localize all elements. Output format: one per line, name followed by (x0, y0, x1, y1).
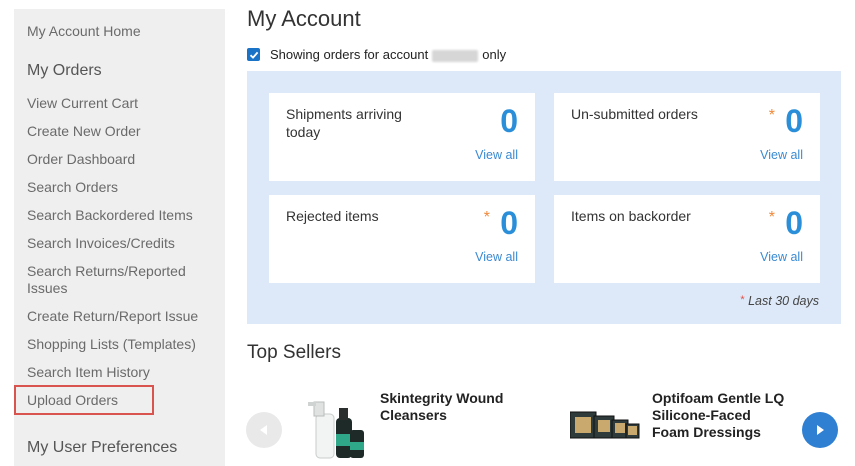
card-label: Shipments arriving today (286, 106, 402, 140)
sidebar-item-create-return[interactable]: Create Return/Report Issue (27, 308, 198, 325)
view-all-link[interactable]: View all (475, 148, 518, 162)
account-filter-prefix: Showing orders for account (270, 47, 429, 62)
card-count: 0 (785, 103, 803, 139)
page-title: My Account (247, 6, 361, 31)
account-filter-suffix: only (482, 47, 507, 62)
account-number-redacted (432, 49, 479, 62)
account-filter: Showing orders for account only (247, 47, 506, 62)
carousel-next-button[interactable] (802, 412, 838, 448)
sidebar-heading-user-preferences[interactable]: My User Preferences (27, 439, 177, 457)
card-shipments-today: Shipments arriving today 0 View all (269, 93, 535, 181)
view-all-link[interactable]: View all (475, 250, 518, 264)
check-icon (249, 51, 258, 59)
product-name-skintegrity[interactable]: Skintegrity Wound Cleansers (380, 390, 530, 424)
sidebar-item-upload-orders[interactable]: Upload Orders (27, 392, 118, 409)
footnote-text: Last 30 days (748, 294, 819, 308)
order-summary-panel: Shipments arriving today 0 View all Un-s… (247, 71, 841, 324)
star-marker: * (483, 209, 490, 226)
card-unsubmitted-orders: Un-submitted orders * 0 View all (554, 93, 820, 181)
sidebar-item-order-dashboard[interactable]: Order Dashboard (27, 151, 135, 168)
card-items-backorder: Items on backorder * 0 View all (554, 195, 820, 283)
star-marker: * (768, 209, 775, 226)
card-label: Un-submitted orders (571, 106, 698, 122)
card-rejected-items: Rejected items * 0 View all (269, 195, 535, 283)
account-filter-checkbox[interactable] (247, 48, 260, 61)
star-marker: * (768, 107, 775, 124)
sidebar-item-account-home[interactable]: My Account Home (27, 23, 141, 40)
sidebar-heading-my-orders[interactable]: My Orders (27, 62, 102, 80)
arrow-right-icon (817, 425, 824, 435)
card-count: 0 (500, 205, 518, 241)
sidebar-item-shopping-lists[interactable]: Shopping Lists (Templates) (27, 336, 196, 353)
sidebar-item-search-orders[interactable]: Search Orders (27, 179, 118, 196)
top-sellers-title: Top Sellers (247, 342, 341, 363)
view-all-link[interactable]: View all (760, 148, 803, 162)
sidebar: My Account Home My Orders View Current C… (14, 9, 225, 466)
footnote: * Last 30 days (740, 294, 819, 308)
card-count: 0 (785, 205, 803, 241)
spray-bottle-image (308, 401, 364, 459)
product-name-optifoam[interactable]: Optifoam Gentle LQ Silicone-Faced Foam D… (652, 390, 792, 441)
sidebar-item-search-returns[interactable]: Search Returns/Reported Issues (27, 263, 207, 297)
view-all-link[interactable]: View all (760, 250, 803, 264)
sidebar-item-search-invoices[interactable]: Search Invoices/Credits (27, 235, 175, 252)
card-count: 0 (500, 103, 518, 139)
product-image-skintegrity[interactable] (306, 390, 368, 462)
sidebar-item-item-history[interactable]: Search Item History (27, 364, 150, 381)
dressing-boxes-image (569, 411, 640, 439)
card-label: Items on backorder (571, 208, 691, 224)
sidebar-item-view-cart[interactable]: View Current Cart (27, 95, 138, 112)
card-label: Rejected items (286, 208, 379, 224)
product-image-optifoam[interactable] (569, 408, 640, 444)
arrow-left-icon (260, 425, 267, 435)
account-filter-label: Showing orders for account only (270, 47, 506, 62)
sidebar-item-create-order[interactable]: Create New Order (27, 123, 141, 140)
sidebar-item-search-backordered[interactable]: Search Backordered Items (27, 207, 193, 224)
carousel-prev-button[interactable] (246, 412, 282, 448)
footnote-star: * (740, 294, 745, 306)
